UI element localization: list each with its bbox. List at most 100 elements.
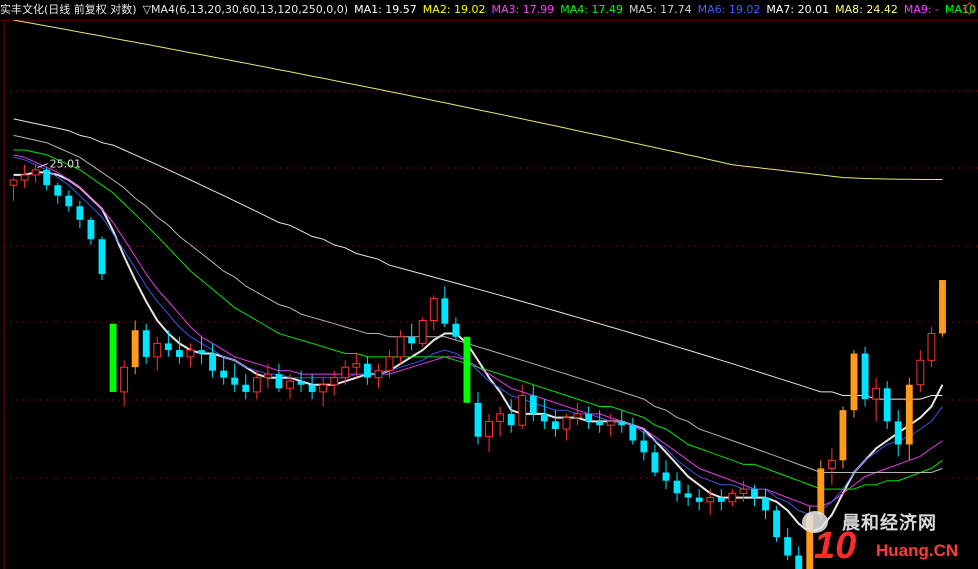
candle-body: [562, 417, 571, 430]
candle-body: [385, 356, 394, 372]
candle-body: [529, 395, 537, 414]
candle-body: [585, 413, 593, 422]
candle-body: [762, 497, 769, 511]
candle-body: [186, 349, 195, 358]
candle-body: [242, 384, 250, 392]
candle-body: [618, 421, 626, 426]
candle-body: [308, 384, 316, 392]
candle-body: [374, 370, 383, 379]
candle-body: [275, 374, 283, 389]
candle-body: [629, 425, 637, 441]
candle-body: [297, 381, 305, 385]
watermark-en-text: Huang.CN: [876, 541, 959, 560]
candle-body: [518, 395, 527, 426]
candle-body: [220, 370, 228, 378]
watermark-number: 10: [814, 525, 857, 567]
candle-body: [352, 363, 361, 368]
candle-body: [684, 493, 692, 498]
candle-body: [43, 169, 51, 186]
ma-legend-item: MA5: 17.74: [628, 3, 692, 16]
candle-body: [850, 353, 858, 411]
candle-body: [939, 280, 946, 334]
candle-body: [717, 497, 725, 502]
candle-body: [198, 350, 205, 354]
ma-legend-item: MA4: 17.49: [560, 3, 623, 16]
candle-body: [175, 350, 183, 357]
ma-line-ma6: [13, 156, 943, 516]
ma-line-ma8: [13, 19, 943, 180]
ma-line-ma7: [13, 118, 943, 400]
candle-body: [640, 440, 648, 453]
candle-body: [894, 421, 902, 445]
candle-body: [827, 459, 836, 469]
ma-legend-items: MA1: 19.57 MA2: 19.02 MA3: 17.99 MA4: 17.49…: [354, 3, 978, 16]
candle-body: [452, 323, 460, 337]
candle-body: [916, 359, 925, 386]
ma-line-ma3: [13, 154, 943, 507]
candle-body: [673, 480, 681, 494]
candle-body: [739, 488, 748, 494]
candle-body: [496, 413, 505, 422]
candle-body: [706, 497, 715, 503]
candle-body: [319, 384, 328, 393]
candle-body: [695, 497, 703, 502]
ma-legend-bar: 实丰文化(日线 前复权 对数) ▽MA4(6,13,20,30,60,13,120…: [0, 0, 978, 20]
candle-body: [109, 323, 117, 392]
candle-body: [551, 421, 559, 429]
candle-body: [252, 377, 261, 393]
stock-title[interactable]: 实丰文化(日线 前复权 对数): [0, 3, 137, 16]
candle-body: [31, 169, 40, 176]
ma-legend-item: MA8: 24.42: [835, 3, 898, 16]
candle-body: [20, 174, 29, 181]
candle-body: [463, 336, 471, 403]
chart-canvas[interactable]: 25.01: [0, 0, 978, 569]
candle-body: [76, 206, 84, 220]
candle-body: [485, 420, 493, 438]
candle-body: [773, 510, 781, 538]
candle-body: [662, 472, 670, 481]
ma-legend-item: MA3: 17.99: [491, 3, 555, 16]
candle-body: [164, 343, 172, 351]
candle-body: [474, 402, 482, 437]
ma-legend-item: MA1: 19.57: [354, 3, 417, 16]
candle-body: [883, 388, 891, 422]
candle-body: [507, 413, 515, 426]
candle-body: [441, 298, 449, 324]
candle-body: [65, 195, 73, 207]
candle-body: [209, 353, 217, 371]
candle-body: [728, 492, 737, 503]
ma-indicator-params[interactable]: ▽MA4(6,13,20,30,60,13,120,250,0,0): [143, 3, 349, 16]
candle-body: [120, 366, 129, 393]
candle-body: [651, 452, 659, 473]
candle-body: [131, 330, 139, 368]
candle-body: [363, 363, 371, 378]
candle-body: [330, 377, 339, 386]
candle-body: [839, 410, 847, 461]
candle-body: [142, 330, 150, 357]
candle-body: [540, 413, 548, 422]
ma-line-ma1: [13, 171, 944, 534]
candle-body: [286, 380, 294, 389]
candlestick-chart[interactable]: 25.01: [0, 0, 978, 569]
candle-body: [606, 420, 615, 426]
ma-legend-item: MA6: 19.02: [697, 3, 761, 16]
candle-body: [98, 239, 106, 275]
candle-body: [396, 336, 405, 358]
candle-body: [927, 332, 936, 361]
candle-body: [573, 413, 582, 419]
candle-body: [87, 219, 95, 240]
candle-body: [9, 179, 18, 186]
candle-body: [341, 366, 350, 379]
candle-body: [861, 353, 869, 400]
candle-body: [54, 185, 62, 196]
candle-body: [429, 297, 438, 322]
candle-body: [905, 384, 913, 445]
candle-body: [596, 421, 604, 426]
watermark-logo: 晨和经济网 10 Huang.CN: [802, 507, 972, 567]
ma-legend-item: MA7: 20.01: [766, 3, 830, 16]
ma-legend-item: MA2: 19.02: [422, 3, 486, 16]
candle-body: [408, 336, 416, 344]
candle-body: [751, 489, 758, 498]
high-annotation-label: 25.01: [50, 158, 82, 171]
candle-body: [231, 377, 239, 385]
